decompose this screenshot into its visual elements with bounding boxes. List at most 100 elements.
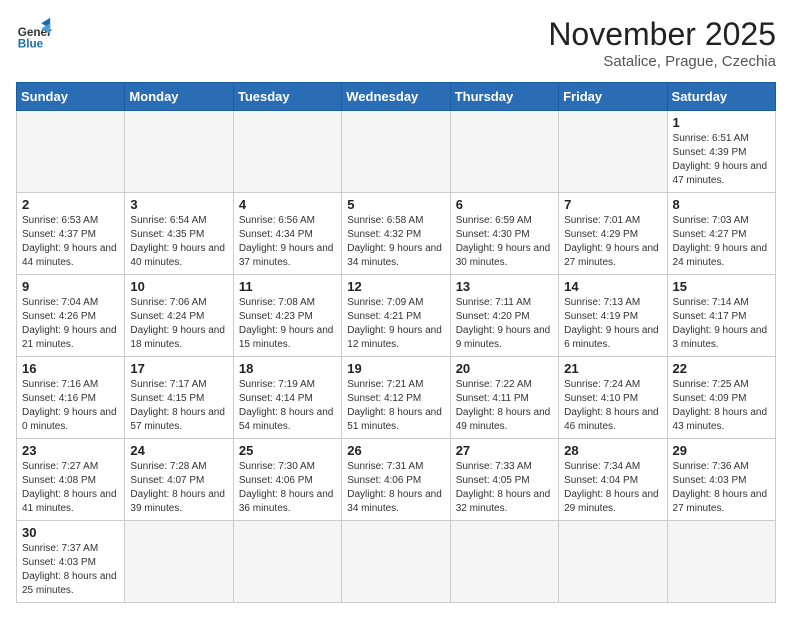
calendar-cell: [667, 521, 775, 603]
day-number: 14: [564, 279, 661, 294]
day-number: 16: [22, 361, 119, 376]
day-info: Sunrise: 7:01 AMSunset: 4:29 PMDaylight:…: [564, 214, 661, 270]
day-number: 19: [347, 361, 444, 376]
calendar-cell: 15Sunrise: 7:14 AMSunset: 4:17 PMDayligh…: [667, 275, 775, 357]
day-info: Sunrise: 7:31 AMSunset: 4:06 PMDaylight:…: [347, 460, 444, 516]
day-info: Sunrise: 7:08 AMSunset: 4:23 PMDaylight:…: [239, 296, 336, 352]
calendar-cell: 24 Sunrise: 7:28 AMSunset: 4:07 PMDayligh…: [125, 439, 233, 521]
day-header-wednesday: Wednesday: [342, 83, 450, 111]
day-number: 18: [239, 361, 336, 376]
day-info: Sunrise: 7:37 AMSunset: 4:03 PMDaylight:…: [22, 542, 119, 598]
day-number: 30: [22, 525, 119, 540]
day-header-monday: Monday: [125, 83, 233, 111]
calendar-cell: 22Sunrise: 7:25 AMSunset: 4:09 PMDayligh…: [667, 357, 775, 439]
calendar-week-4: 16 Sunrise: 7:16 AMSunset: 4:16 PMDayligh…: [17, 357, 776, 439]
calendar-cell: 8Sunrise: 7:03 AMSunset: 4:27 PMDaylight…: [667, 193, 775, 275]
day-number: 29: [673, 443, 770, 458]
calendar-week-1: 1 Sunrise: 6:51 AMSunset: 4:39 PMDaylight…: [17, 111, 776, 193]
calendar-cell: 5Sunrise: 6:58 AMSunset: 4:32 PMDaylight…: [342, 193, 450, 275]
day-info: Sunrise: 6:53 AMSunset: 4:37 PMDaylight:…: [22, 214, 119, 270]
calendar-cell: 20Sunrise: 7:22 AMSunset: 4:11 PMDayligh…: [450, 357, 558, 439]
calendar-cell: 7 Sunrise: 7:01 AMSunset: 4:29 PMDaylight…: [559, 193, 667, 275]
calendar-cell: [559, 521, 667, 603]
day-info: Sunrise: 7:03 AMSunset: 4:27 PMDaylight:…: [673, 214, 770, 270]
day-number: 26: [347, 443, 444, 458]
day-number: 6: [456, 197, 553, 212]
day-info: Sunrise: 7:24 AMSunset: 4:10 PMDaylight:…: [564, 378, 661, 434]
day-info: Sunrise: 7:36 AMSunset: 4:03 PMDaylight:…: [673, 460, 770, 516]
calendar-cell: 14Sunrise: 7:13 AMSunset: 4:19 PMDayligh…: [559, 275, 667, 357]
calendar-header-row: SundayMondayTuesdayWednesdayThursdayFrid…: [17, 83, 776, 111]
calendar-cell: [17, 111, 125, 193]
day-info: Sunrise: 7:28 AMSunset: 4:07 PMDaylight:…: [130, 460, 227, 516]
day-number: 25: [239, 443, 336, 458]
calendar-cell: [342, 111, 450, 193]
calendar-cell: 18Sunrise: 7:19 AMSunset: 4:14 PMDayligh…: [233, 357, 341, 439]
calendar-cell: 9Sunrise: 7:04 AMSunset: 4:26 PMDaylight…: [17, 275, 125, 357]
calendar-week-3: 9Sunrise: 7:04 AMSunset: 4:26 PMDaylight…: [17, 275, 776, 357]
day-info: Sunrise: 7:16 AMSunset: 4:16 PMDaylight:…: [22, 378, 119, 434]
day-number: 21: [564, 361, 661, 376]
day-info: Sunrise: 7:22 AMSunset: 4:11 PMDaylight:…: [456, 378, 553, 434]
day-info: Sunrise: 7:30 AMSunset: 4:06 PMDaylight:…: [239, 460, 336, 516]
calendar-cell: [233, 521, 341, 603]
day-header-sunday: Sunday: [17, 83, 125, 111]
calendar-cell: 16 Sunrise: 7:16 AMSunset: 4:16 PMDayligh…: [17, 357, 125, 439]
month-title: November 2025: [548, 16, 776, 53]
day-info: Sunrise: 7:27 AMSunset: 4:08 PMDaylight:…: [22, 460, 119, 516]
calendar-cell: 29 Sunrise: 7:36 AMSunset: 4:03 PMDayligh…: [667, 439, 775, 521]
day-number: 12: [347, 279, 444, 294]
day-number: 17: [130, 361, 227, 376]
day-info: Sunrise: 7:14 AMSunset: 4:17 PMDaylight:…: [673, 296, 770, 352]
day-info: Sunrise: 6:59 AMSunset: 4:30 PMDaylight:…: [456, 214, 553, 270]
day-info: Sunrise: 7:25 AMSunset: 4:09 PMDaylight:…: [673, 378, 770, 434]
calendar-cell: 26 Sunrise: 7:31 AMSunset: 4:06 PMDayligh…: [342, 439, 450, 521]
day-info: Sunrise: 6:58 AMSunset: 4:32 PMDaylight:…: [347, 214, 444, 270]
calendar-cell: 28Sunrise: 7:34 AMSunset: 4:04 PMDayligh…: [559, 439, 667, 521]
day-number: 23: [22, 443, 119, 458]
calendar-cell: 10Sunrise: 7:06 AMSunset: 4:24 PMDayligh…: [125, 275, 233, 357]
day-number: 2: [22, 197, 119, 212]
calendar-cell: 25 Sunrise: 7:30 AMSunset: 4:06 PMDayligh…: [233, 439, 341, 521]
day-info: Sunrise: 6:51 AMSunset: 4:39 PMDaylight:…: [673, 132, 770, 188]
day-info: Sunrise: 7:09 AMSunset: 4:21 PMDaylight:…: [347, 296, 444, 352]
day-number: 13: [456, 279, 553, 294]
calendar-cell: 3 Sunrise: 6:54 AMSunset: 4:35 PMDaylight…: [125, 193, 233, 275]
svg-text:Blue: Blue: [18, 38, 44, 51]
calendar-cell: 12 Sunrise: 7:09 AMSunset: 4:21 PMDayligh…: [342, 275, 450, 357]
day-number: 9: [22, 279, 119, 294]
day-number: 11: [239, 279, 336, 294]
calendar-cell: 13 Sunrise: 7:11 AMSunset: 4:20 PMDayligh…: [450, 275, 558, 357]
calendar-cell: 21 Sunrise: 7:24 AMSunset: 4:10 PMDayligh…: [559, 357, 667, 439]
calendar-cell: 4Sunrise: 6:56 AMSunset: 4:34 PMDaylight…: [233, 193, 341, 275]
header: General Blue November 2025 Satalice, Pra…: [16, 16, 776, 70]
calendar-table: SundayMondayTuesdayWednesdayThursdayFrid…: [16, 82, 776, 603]
day-number: 7: [564, 197, 661, 212]
day-number: 24: [130, 443, 227, 458]
calendar-week-2: 2 Sunrise: 6:53 AMSunset: 4:37 PMDaylight…: [17, 193, 776, 275]
day-header-thursday: Thursday: [450, 83, 558, 111]
day-info: Sunrise: 7:11 AMSunset: 4:20 PMDaylight:…: [456, 296, 553, 352]
day-header-friday: Friday: [559, 83, 667, 111]
day-info: Sunrise: 6:56 AMSunset: 4:34 PMDaylight:…: [239, 214, 336, 270]
day-number: 27: [456, 443, 553, 458]
day-number: 1: [673, 115, 770, 130]
calendar-cell: [342, 521, 450, 603]
calendar-cell: 30 Sunrise: 7:37 AMSunset: 4:03 PMDayligh…: [17, 521, 125, 603]
calendar-cell: [125, 521, 233, 603]
calendar-cell: 17Sunrise: 7:17 AMSunset: 4:15 PMDayligh…: [125, 357, 233, 439]
day-header-tuesday: Tuesday: [233, 83, 341, 111]
calendar-week-6: 30 Sunrise: 7:37 AMSunset: 4:03 PMDayligh…: [17, 521, 776, 603]
logo: General Blue: [16, 16, 52, 52]
calendar-cell: 6 Sunrise: 6:59 AMSunset: 4:30 PMDaylight…: [450, 193, 558, 275]
calendar-cell: 11 Sunrise: 7:08 AMSunset: 4:23 PMDayligh…: [233, 275, 341, 357]
calendar-cell: 19Sunrise: 7:21 AMSunset: 4:12 PMDayligh…: [342, 357, 450, 439]
day-info: Sunrise: 6:54 AMSunset: 4:35 PMDaylight:…: [130, 214, 227, 270]
day-number: 3: [130, 197, 227, 212]
location-subtitle: Satalice, Prague, Czechia: [548, 53, 776, 70]
calendar-cell: [450, 521, 558, 603]
day-info: Sunrise: 7:33 AMSunset: 4:05 PMDaylight:…: [456, 460, 553, 516]
day-number: 10: [130, 279, 227, 294]
calendar-cell: 23 Sunrise: 7:27 AMSunset: 4:08 PMDayligh…: [17, 439, 125, 521]
calendar-cell: [233, 111, 341, 193]
